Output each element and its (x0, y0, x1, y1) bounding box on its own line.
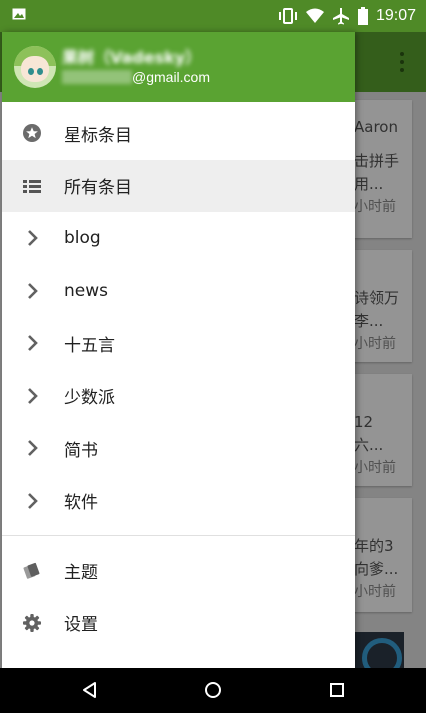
airplane-icon (332, 8, 349, 25)
theme-icon (23, 563, 40, 579)
nav-item-theme[interactable]: 主题 (2, 544, 355, 597)
nav-item-label: 星标条目 (64, 125, 132, 146)
battery-icon (357, 7, 368, 25)
nav-item-label: news (64, 280, 108, 301)
nav-item-label: 所有条目 (64, 178, 132, 199)
nav-item-label: 简书 (64, 440, 98, 461)
chevron-right-icon (28, 492, 38, 509)
nav-item-label: 软件 (64, 493, 98, 514)
nav-item-label: 设置 (64, 615, 98, 636)
nav-item-software[interactable]: 软件 (2, 475, 355, 528)
drawer-header[interactable]: 果树（Vadesky） @gmail.com (2, 32, 355, 102)
nav-item-jianshu[interactable]: 简书 (2, 422, 355, 475)
recents-icon[interactable] (327, 680, 347, 700)
nav-item-shiwuyan[interactable]: 十五言 (2, 317, 355, 370)
vibrate-icon (278, 8, 297, 24)
wifi-icon (305, 8, 324, 23)
user-name: 果树（Vadesky） (62, 48, 202, 67)
chevron-right-icon (28, 387, 38, 404)
nav-item-sspai[interactable]: 少数派 (2, 370, 355, 423)
nav-item-label: 少数派 (64, 388, 115, 409)
list-icon (23, 179, 41, 193)
image-notification-icon (12, 8, 26, 20)
drawer-footer-menu: 主题 设置 (2, 544, 355, 649)
nav-item-settings[interactable]: 设置 (2, 597, 355, 650)
system-nav-bar (0, 668, 426, 713)
nav-item-news[interactable]: news (2, 265, 355, 318)
drawer-divider (2, 535, 355, 536)
status-bar: 19:07 (0, 0, 426, 32)
back-icon[interactable] (80, 680, 100, 700)
drawer-menu: 星标条目 所有条目 blog news 十五言 少数派 简书 软件 (2, 102, 355, 527)
chevron-right-icon (28, 440, 38, 457)
nav-item-starred[interactable]: 星标条目 (2, 107, 355, 160)
gear-icon (23, 613, 41, 632)
user-email: @gmail.com (62, 69, 210, 85)
avatar[interactable] (14, 46, 56, 88)
star-circle-icon (23, 124, 41, 143)
nav-item-blog[interactable]: blog (2, 212, 355, 265)
nav-item-all[interactable]: 所有条目 (2, 159, 355, 212)
nav-item-label: blog (64, 228, 101, 249)
chevron-right-icon (28, 230, 38, 247)
nav-item-label: 十五言 (64, 335, 115, 356)
navigation-drawer: 果树（Vadesky） @gmail.com 星标条目 所有条目 blog ne… (2, 32, 355, 668)
nav-item-label: 主题 (64, 562, 98, 583)
home-icon[interactable] (203, 680, 223, 700)
chevron-right-icon (28, 335, 38, 352)
chevron-right-icon (28, 282, 38, 299)
clock: 19:07 (375, 7, 416, 24)
